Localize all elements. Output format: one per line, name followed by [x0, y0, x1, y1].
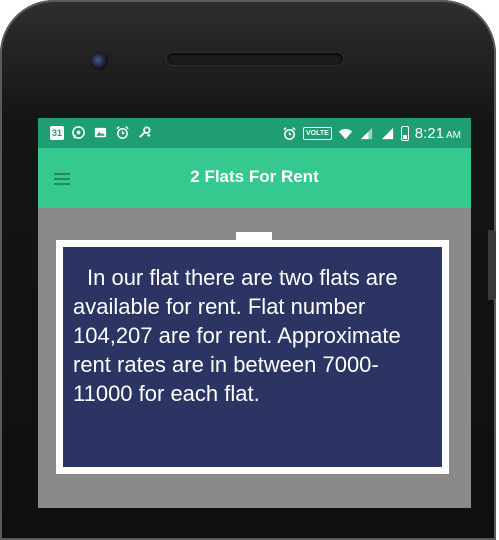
signal-icon [380, 126, 395, 141]
clock-ampm: AM [446, 130, 461, 141]
status-bar: 31 VOLTE 8:21 AM [38, 118, 471, 148]
app-bar: 2 Flats For Rent [38, 148, 471, 208]
power-button [488, 230, 496, 300]
wifi-icon [338, 126, 353, 141]
front-camera [90, 52, 108, 70]
page-title: 2 Flats For Rent [190, 167, 319, 186]
battery-icon [400, 126, 409, 141]
signal-icon [359, 126, 374, 141]
info-card-body: In our flat there are two flats are avai… [63, 247, 442, 467]
image-icon [93, 125, 108, 140]
phone-frame: 31 VOLTE 8:21 AM 2 Flats For Rent In our… [0, 0, 496, 540]
info-card-text: In our flat there are two flats are avai… [73, 265, 401, 406]
screen: 31 VOLTE 8:21 AM 2 Flats For Rent In our… [38, 118, 471, 508]
settings-sync-icon [137, 125, 152, 140]
status-left-icons: 31 [50, 125, 152, 140]
volte-badge: VOLTE [302, 127, 332, 140]
clock: 8:21 AM [414, 125, 461, 142]
info-card: In our flat there are two flats are avai… [56, 240, 449, 474]
whatsapp-icon [71, 125, 86, 140]
status-right-icons: VOLTE 8:21 AM [282, 125, 461, 142]
alarm-icon [282, 126, 297, 141]
alarm-icon [115, 125, 130, 140]
calendar-icon: 31 [50, 125, 64, 140]
content-area: In our flat there are two flats are avai… [38, 208, 471, 508]
earpiece-speaker [167, 53, 343, 65]
